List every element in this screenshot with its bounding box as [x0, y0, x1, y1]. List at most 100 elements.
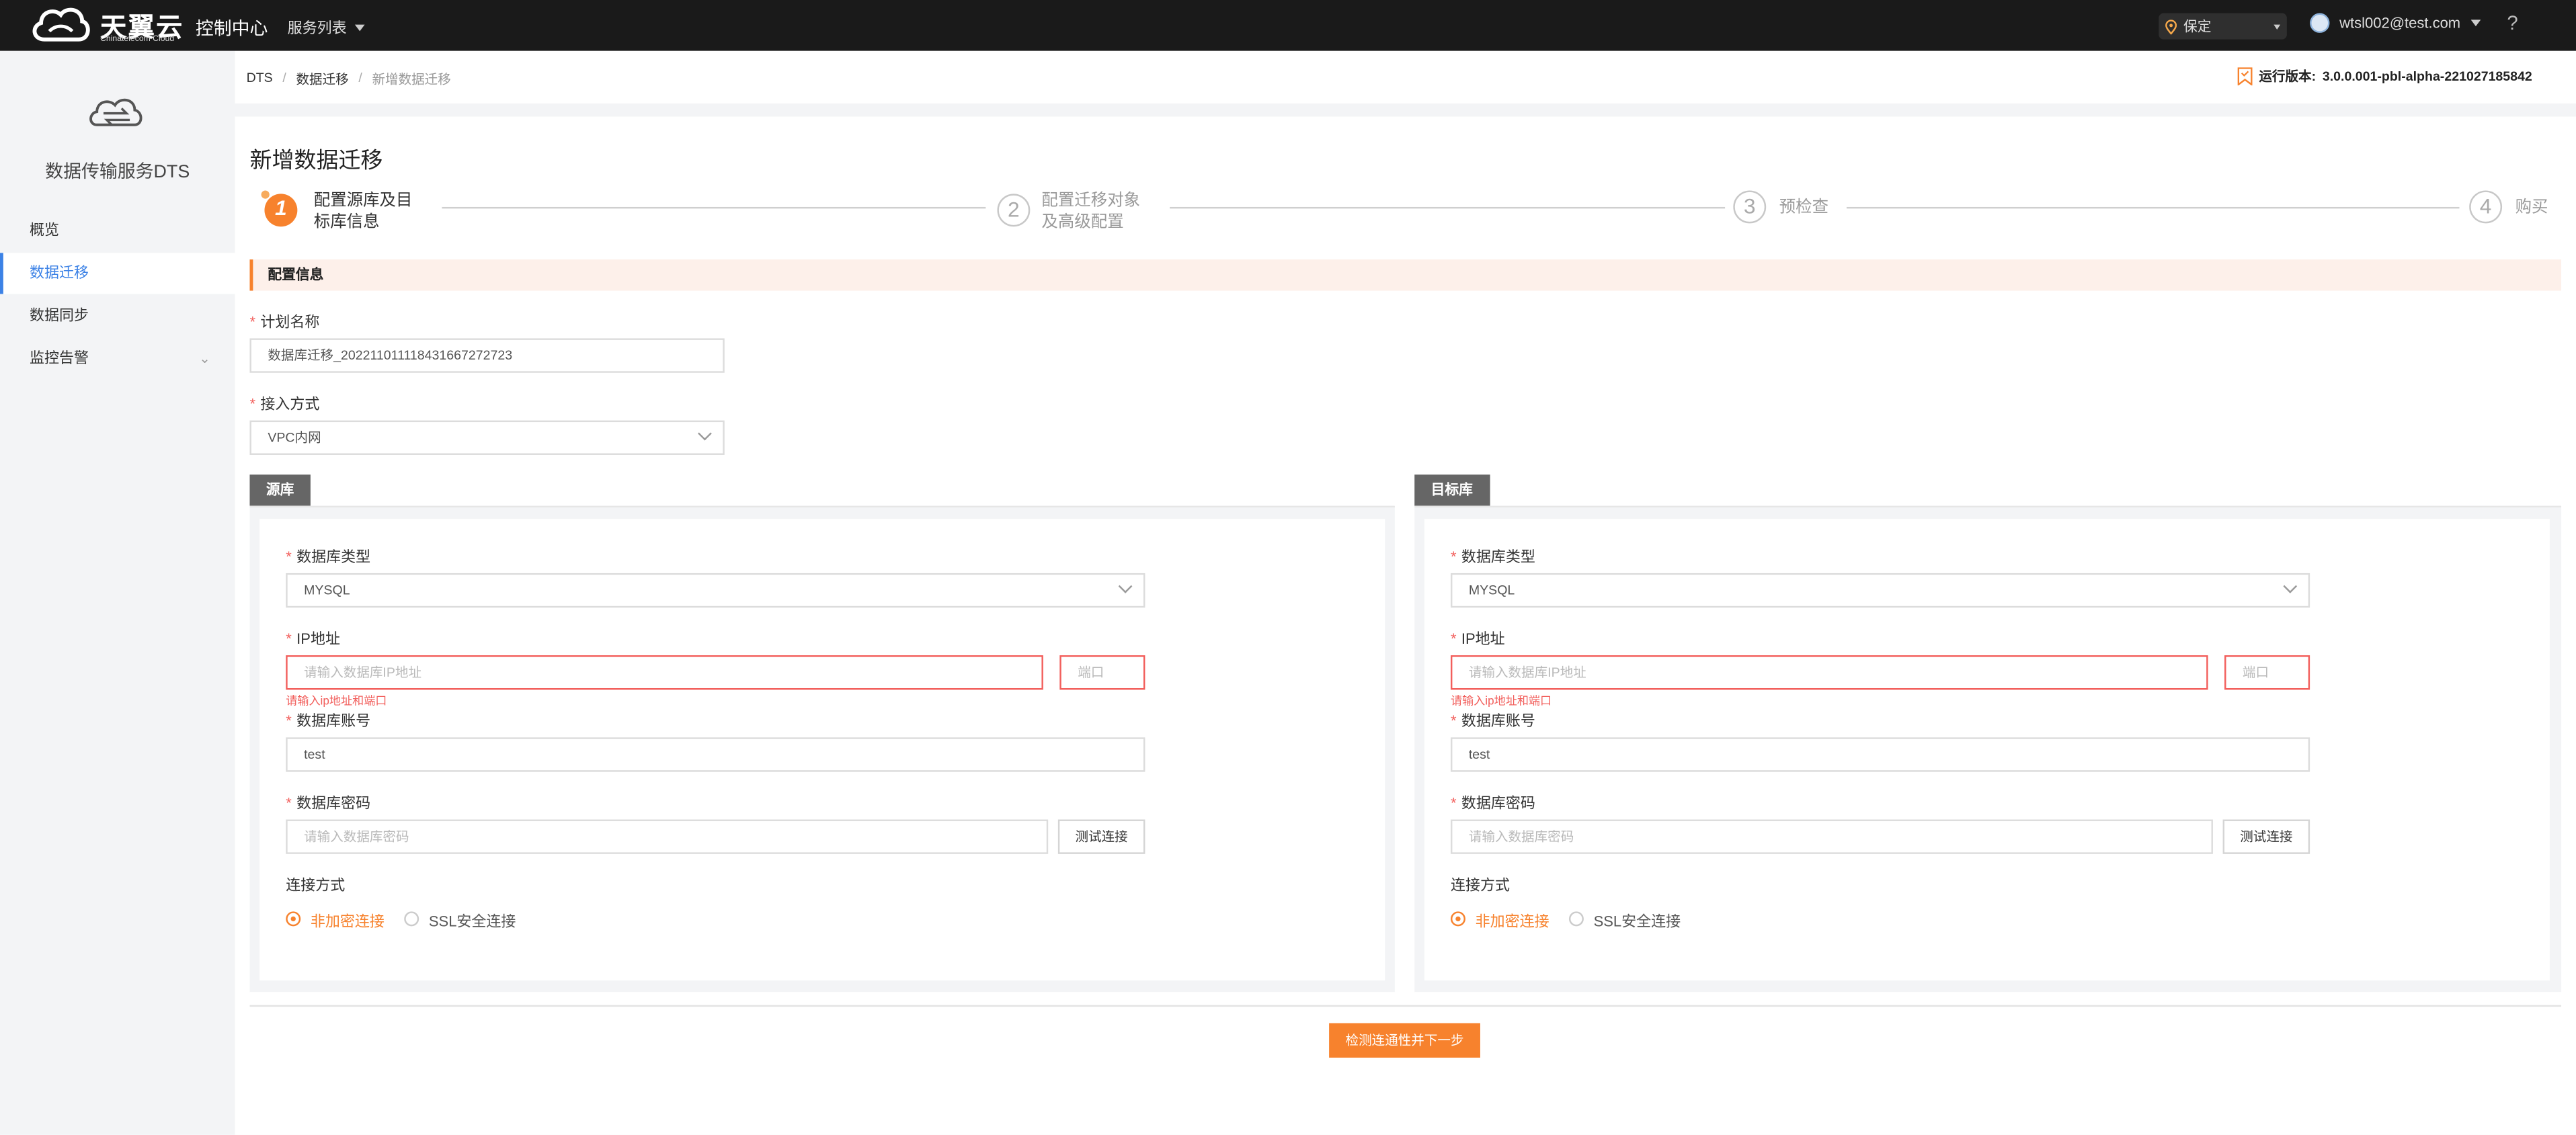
- target-ip-error: 请输入ip地址和端口: [1450, 696, 1552, 708]
- source-db-panel: * 数据库类型 MYSQL * IP地址 请输入数据库IP地址 端口 请输入ip地址…: [249, 505, 1395, 993]
- console-link[interactable]: 控制中心: [196, 15, 268, 41]
- target-db-type-label: * 数据库类型: [1451, 545, 1535, 566]
- target-ip-label: * IP地址: [1451, 628, 1505, 649]
- target-password-input[interactable]: 请输入数据库密码: [1450, 819, 2213, 854]
- target-radio-plain-label[interactable]: 非加密连接: [1476, 910, 1549, 931]
- sidebar-item-label: 数据同步: [29, 307, 89, 324]
- source-ip-label-text: IP地址: [296, 630, 340, 647]
- sidebar-item-monitoring[interactable]: 监控告警 ⌄: [0, 338, 235, 379]
- source-port-input[interactable]: 端口: [1059, 655, 1145, 690]
- source-account-label-text: 数据库账号: [296, 712, 371, 730]
- target-ip-label-text: IP地址: [1461, 630, 1505, 647]
- source-test-connection-button[interactable]: 测试连接: [1057, 819, 1145, 854]
- version-label: 运行版本:: [2259, 69, 2317, 84]
- step-2-label-line: 配置迁移对象: [1041, 192, 1141, 210]
- source-db-type-label: * 数据库类型: [286, 545, 370, 566]
- source-db-type-value: MYSQL: [304, 583, 350, 598]
- brand-logo[interactable]: 天翼云 Chinatelecom Cloud: [30, 3, 186, 46]
- dts-service-icon: [89, 98, 143, 126]
- page-title: 新增数据迁移: [249, 147, 383, 173]
- target-radio-plain[interactable]: [1450, 911, 1465, 927]
- caret-down-icon: [354, 24, 365, 31]
- source-radio-ssl[interactable]: [404, 911, 419, 927]
- target-db-form: * 数据库类型 MYSQL * IP地址 请输入数据库IP地址 端口 请输入ip地址…: [1424, 519, 2550, 981]
- plan-name-label: * 计划名称: [249, 310, 319, 332]
- breadcrumb-separator: /: [282, 71, 286, 86]
- breadcrumb-item-dts[interactable]: DTS: [247, 71, 273, 89]
- step-2-label-line: 及高级配置: [1041, 213, 1124, 232]
- target-db-panel: * 数据库类型 MYSQL * IP地址 请输入数据库IP地址 端口 请输入ip地址…: [1414, 505, 2562, 993]
- required-mark: *: [1450, 548, 1457, 565]
- breadcrumb-item-migration[interactable]: 数据迁移: [296, 71, 348, 89]
- target-port-input[interactable]: 端口: [2224, 655, 2310, 690]
- step-1-label-line: 配置源库及目: [313, 192, 413, 210]
- target-account-label: * 数据库账号: [1451, 710, 1535, 731]
- step-connector: [1846, 206, 2460, 209]
- source-radio-plain[interactable]: [286, 911, 301, 927]
- sidebar-item-label: 概览: [29, 221, 60, 239]
- plan-name-label-text: 计划名称: [260, 313, 320, 331]
- step-connector: [1170, 206, 1726, 209]
- version-value: 3.0.0.001-pbl-alpha-221027185842: [2322, 69, 2532, 84]
- required-mark: *: [249, 313, 256, 331]
- region-selector[interactable]: 保定: [2159, 13, 2287, 40]
- access-method-select[interactable]: VPC内网: [249, 420, 725, 455]
- source-password-label: * 数据库密码: [286, 792, 370, 813]
- top-navigation-bar: 天翼云 Chinatelecom Cloud 控制中心 服务列表 保定 wtsl…: [0, 0, 2576, 51]
- required-mark: *: [1450, 794, 1457, 812]
- user-menu[interactable]: wtsl002@test.com: [2310, 13, 2481, 33]
- sidebar-item-data-sync[interactable]: 数据同步: [0, 296, 235, 337]
- target-ip-input[interactable]: 请输入数据库IP地址: [1450, 655, 2208, 690]
- source-db-tab: 源库: [249, 474, 311, 506]
- help-icon[interactable]: ?: [2507, 11, 2525, 34]
- plan-name-input[interactable]: 数据库迁移_20221101111843166727272​3: [249, 338, 725, 373]
- source-radio-ssl-label[interactable]: SSL安全连接: [429, 910, 516, 931]
- step-2-number: 2: [997, 194, 1031, 227]
- step-3-label: 预检查: [1779, 198, 1829, 217]
- source-radio-plain-label[interactable]: 非加密连接: [311, 910, 385, 931]
- main-content: 新增数据迁移 1 配置源库及目 标库信息 2 配置迁移对象 及高级配置 3 预检…: [235, 116, 2576, 1135]
- check-connectivity-next-button[interactable]: 检测连通性并下一步: [1329, 1023, 1480, 1058]
- target-test-connection-button[interactable]: 测试连接: [2222, 819, 2310, 854]
- breadcrumb: DTS / 数据迁移 / 新增数据迁移: [247, 71, 451, 89]
- section-header-config: 配置信息: [249, 259, 2562, 291]
- target-db-type-value: MYSQL: [1468, 583, 1515, 598]
- breadcrumb-item-current: 新增数据迁移: [372, 72, 451, 87]
- user-email: wtsl002@test.com: [2339, 14, 2461, 32]
- sidebar-item-label: 监控告警: [29, 349, 89, 366]
- required-mark: *: [286, 630, 292, 647]
- source-password-label-text: 数据库密码: [296, 794, 371, 812]
- sidebar-item-data-migration[interactable]: 数据迁移: [0, 253, 235, 294]
- step-2-label: 配置迁移对象 及高级配置: [1041, 190, 1140, 233]
- required-mark: *: [249, 395, 256, 413]
- step-1-label: 配置源库及目 标库信息: [314, 190, 413, 233]
- source-db-form: * 数据库类型 MYSQL * IP地址 请输入数据库IP地址 端口 请输入ip地址…: [259, 519, 1385, 981]
- access-method-value: VPC内网: [268, 430, 321, 446]
- avatar: [2310, 13, 2330, 33]
- chevron-down-icon: [698, 426, 712, 441]
- sidebar: 数据传输服务DTS 概览 数据迁移 数据同步 监控告警 ⌄: [0, 50, 235, 1135]
- source-ip-input[interactable]: 请输入数据库IP地址: [286, 655, 1043, 690]
- service-list-dropdown[interactable]: 服务列表: [288, 16, 365, 38]
- access-method-label: * 接入方式: [249, 392, 319, 414]
- cloud-logo-icon: [32, 7, 90, 42]
- target-radio-ssl-label[interactable]: SSL安全连接: [1594, 910, 1681, 931]
- chevron-down-icon: [1118, 579, 1133, 593]
- source-account-input[interactable]: test: [286, 737, 1145, 772]
- target-account-input[interactable]: test: [1450, 737, 2310, 772]
- step-4-number: 4: [2469, 190, 2503, 224]
- breadcrumb-separator: /: [358, 71, 362, 86]
- divider: [249, 1005, 2562, 1007]
- sidebar-item-label: 数据迁移: [29, 264, 89, 281]
- target-db-type-select[interactable]: MYSQL: [1450, 573, 2310, 608]
- required-mark: *: [286, 794, 292, 812]
- source-password-input[interactable]: 请输入数据库密码: [286, 819, 1049, 854]
- source-db-type-select[interactable]: MYSQL: [286, 573, 1145, 608]
- service-list-label: 服务列表: [287, 19, 347, 36]
- caret-down-icon: [2470, 19, 2481, 27]
- target-account-label-text: 数据库账号: [1461, 712, 1535, 730]
- brand-subtitle: Chinatelecom Cloud: [100, 34, 175, 44]
- target-radio-ssl[interactable]: [1568, 911, 1584, 927]
- sidebar-item-overview[interactable]: 概览: [0, 210, 235, 251]
- required-mark: *: [1450, 630, 1457, 647]
